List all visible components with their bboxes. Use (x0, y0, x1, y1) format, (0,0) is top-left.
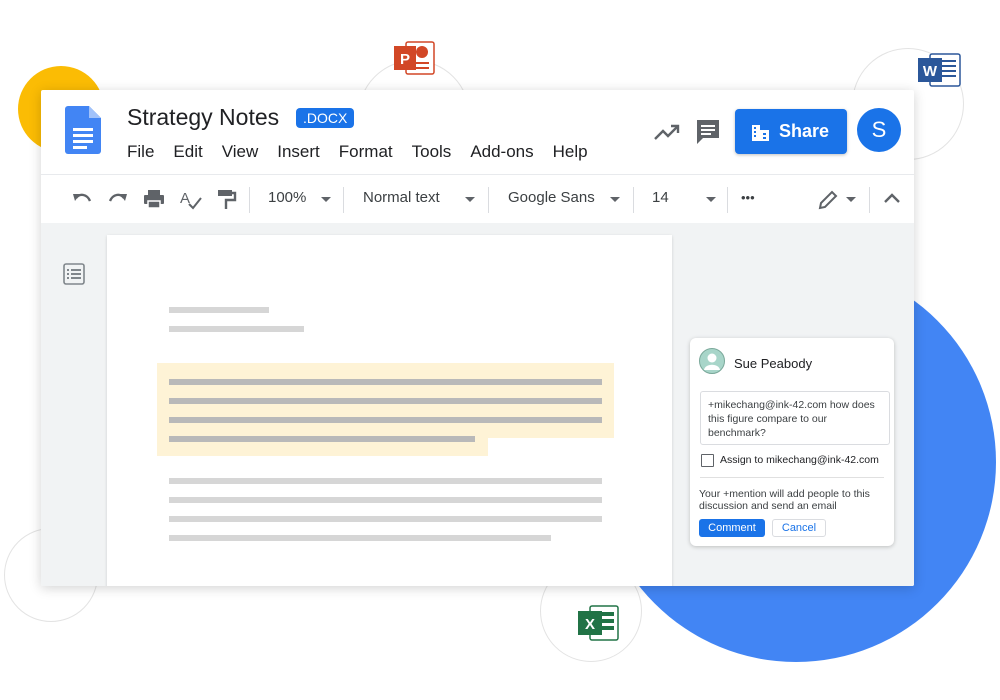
highlighted-text-line (169, 379, 602, 385)
cancel-button[interactable]: Cancel (772, 519, 826, 537)
menu-bar: File Edit View Insert Format Tools Add-o… (127, 142, 607, 162)
more-options-button[interactable]: ••• (741, 190, 755, 205)
style-select[interactable]: Normal text (363, 189, 440, 206)
undo-icon[interactable] (71, 189, 93, 209)
menu-file[interactable]: File (127, 142, 154, 162)
toolbar-separator (633, 187, 634, 213)
editor-canvas: Sue Peabody +mikechang@ink-42.com how do… (41, 223, 914, 586)
redo-icon[interactable] (107, 189, 129, 209)
divider (700, 477, 884, 478)
text-line (169, 497, 602, 503)
powerpoint-icon: P (394, 41, 435, 75)
menu-add-ons[interactable]: Add-ons (470, 142, 533, 162)
print-icon[interactable] (143, 189, 165, 209)
word-icon: W (918, 53, 961, 87)
toolbar-separator (727, 187, 728, 213)
zoom-select[interactable]: 100% (268, 189, 306, 206)
svg-text:W: W (923, 63, 938, 80)
menu-insert[interactable]: Insert (277, 142, 320, 162)
toolbar-separator (249, 187, 250, 213)
share-button[interactable]: Share (735, 109, 847, 154)
text-line (169, 516, 602, 522)
share-label: Share (779, 121, 830, 141)
format-badge: .DOCX (296, 108, 355, 128)
formatting-toolbar: A 100% Normal text Google Sans 14 ••• (41, 174, 914, 224)
comment-icon[interactable] (695, 118, 721, 146)
assign-label: Assign to mikechang@ink-42.com (720, 454, 879, 466)
menu-format[interactable]: Format (339, 142, 393, 162)
chevron-down-icon[interactable] (321, 197, 331, 202)
share-building-icon (752, 124, 769, 141)
comment-input[interactable]: +mikechang@ink-42.com how does this figu… (700, 391, 890, 445)
avatar (699, 348, 725, 374)
highlighted-text-line (169, 436, 475, 442)
menu-help[interactable]: Help (553, 142, 588, 162)
menu-tools[interactable]: Tools (412, 142, 452, 162)
menu-edit[interactable]: Edit (173, 142, 202, 162)
svg-text:X: X (585, 616, 595, 633)
text-line (169, 326, 304, 332)
docs-logo-icon[interactable] (65, 106, 101, 154)
comment-button[interactable]: Comment (699, 519, 765, 537)
assign-checkbox[interactable] (701, 454, 714, 467)
text-line (169, 307, 269, 313)
mention-note: Your +mention will add people to this di… (699, 488, 870, 512)
chevron-down-icon[interactable] (846, 197, 856, 202)
toolbar-separator (343, 187, 344, 213)
user-avatar[interactable]: S (857, 108, 901, 152)
trending-icon[interactable] (653, 122, 681, 142)
document-page[interactable] (107, 235, 672, 586)
excel-icon: X (578, 605, 619, 641)
menu-view[interactable]: View (222, 142, 259, 162)
font-select[interactable]: Google Sans (508, 189, 595, 206)
chevron-down-icon[interactable] (706, 197, 716, 202)
svg-text:P: P (400, 51, 410, 68)
font-size-select[interactable]: 14 (652, 189, 669, 206)
highlighted-text-line (169, 417, 602, 423)
outline-icon[interactable] (63, 263, 85, 285)
app-header: Strategy Notes .DOCX File Edit View Inse… (41, 90, 914, 174)
chevron-down-icon[interactable] (465, 197, 475, 202)
toolbar-separator (488, 187, 489, 213)
text-line (169, 535, 551, 541)
docs-window: Strategy Notes .DOCX File Edit View Inse… (41, 90, 914, 586)
highlighted-text-line (169, 398, 602, 404)
chevron-up-icon[interactable] (883, 191, 901, 205)
comment-author: Sue Peabody (734, 356, 813, 371)
toolbar-separator (869, 187, 870, 213)
paint-format-icon[interactable] (217, 189, 237, 211)
spellcheck-icon[interactable]: A (179, 189, 203, 211)
svg-text:A: A (180, 190, 190, 207)
text-line (169, 478, 602, 484)
comment-card: Sue Peabody +mikechang@ink-42.com how do… (690, 338, 894, 546)
chevron-down-icon[interactable] (610, 197, 620, 202)
document-title[interactable]: Strategy Notes (127, 104, 279, 131)
pencil-icon[interactable] (817, 189, 839, 211)
